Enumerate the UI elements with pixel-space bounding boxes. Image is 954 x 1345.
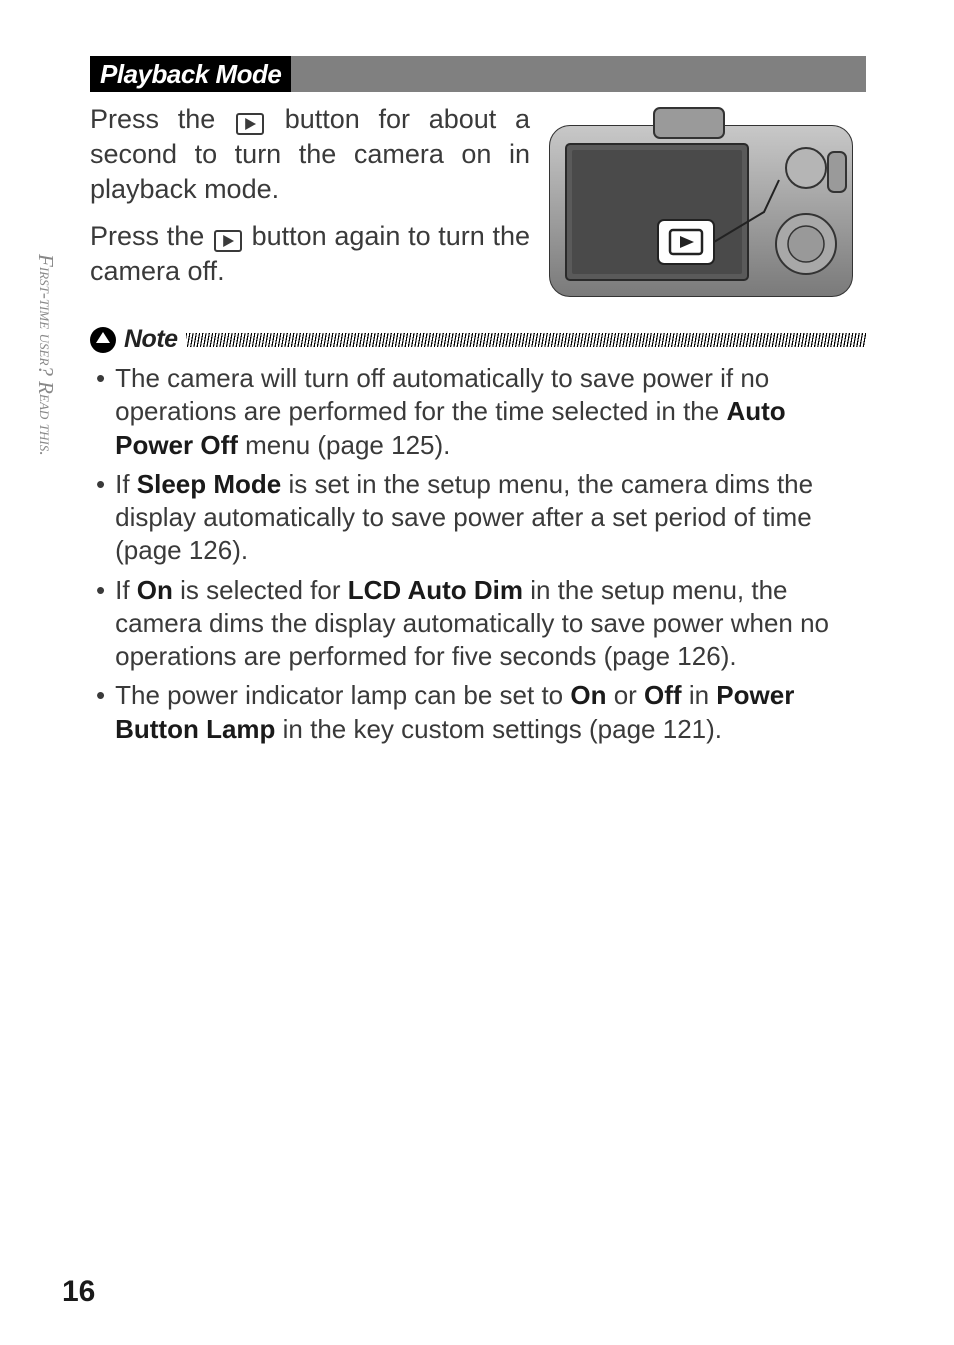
paragraph-1: Press the button for about a second to t… <box>90 102 530 207</box>
note-list: • The camera will turn off automatically… <box>96 362 866 746</box>
bullet-dot: • <box>96 362 105 462</box>
section-heading: Playback Mode <box>90 56 291 92</box>
note-bullet-icon <box>90 327 116 353</box>
note-text: or <box>606 680 644 710</box>
note-text: The power indicator lamp can be set to <box>115 680 570 710</box>
note-text: menu (page 125). <box>238 430 450 460</box>
paragraph-2: Press the button again to turn the camer… <box>90 219 530 289</box>
note-item: • The power indicator lamp can be set to… <box>96 679 866 746</box>
note-text: in the key custom settings (page 121). <box>275 714 722 744</box>
bullet-dot: • <box>96 679 105 746</box>
page-number: 16 <box>62 1275 95 1309</box>
sidebar-tab-text: First-time user? Read this. <box>33 254 58 456</box>
note-text: in <box>682 680 717 710</box>
note-header: Note <box>90 325 866 354</box>
camera-illustration <box>544 102 866 303</box>
playback-icon <box>236 113 264 135</box>
note-text: If <box>115 575 137 605</box>
para2-text-a: Press the <box>90 221 212 251</box>
note-bold: Sleep Mode <box>137 469 281 499</box>
note-item: • If On is selected for LCD Auto Dim in … <box>96 574 866 674</box>
note-text: If <box>115 469 137 499</box>
para1-text-a: Press the <box>90 104 234 134</box>
note-item: • The camera will turn off automatically… <box>96 362 866 462</box>
bullet-dot: • <box>96 574 105 674</box>
section-header-bar: Playback Mode <box>90 56 866 92</box>
note-bold: Off <box>644 680 682 710</box>
note-bold: LCD Auto Dim <box>348 575 523 605</box>
note-bold: On <box>570 680 606 710</box>
note-label: Note <box>124 325 178 354</box>
bullet-dot: • <box>96 468 105 568</box>
playback-icon <box>214 230 242 252</box>
note-text: The camera will turn off automatically t… <box>115 363 769 426</box>
note-item: • If Sleep Mode is set in the setup menu… <box>96 468 866 568</box>
note-text: is selected for <box>173 575 348 605</box>
note-divider <box>186 333 866 347</box>
note-bold: On <box>137 575 173 605</box>
